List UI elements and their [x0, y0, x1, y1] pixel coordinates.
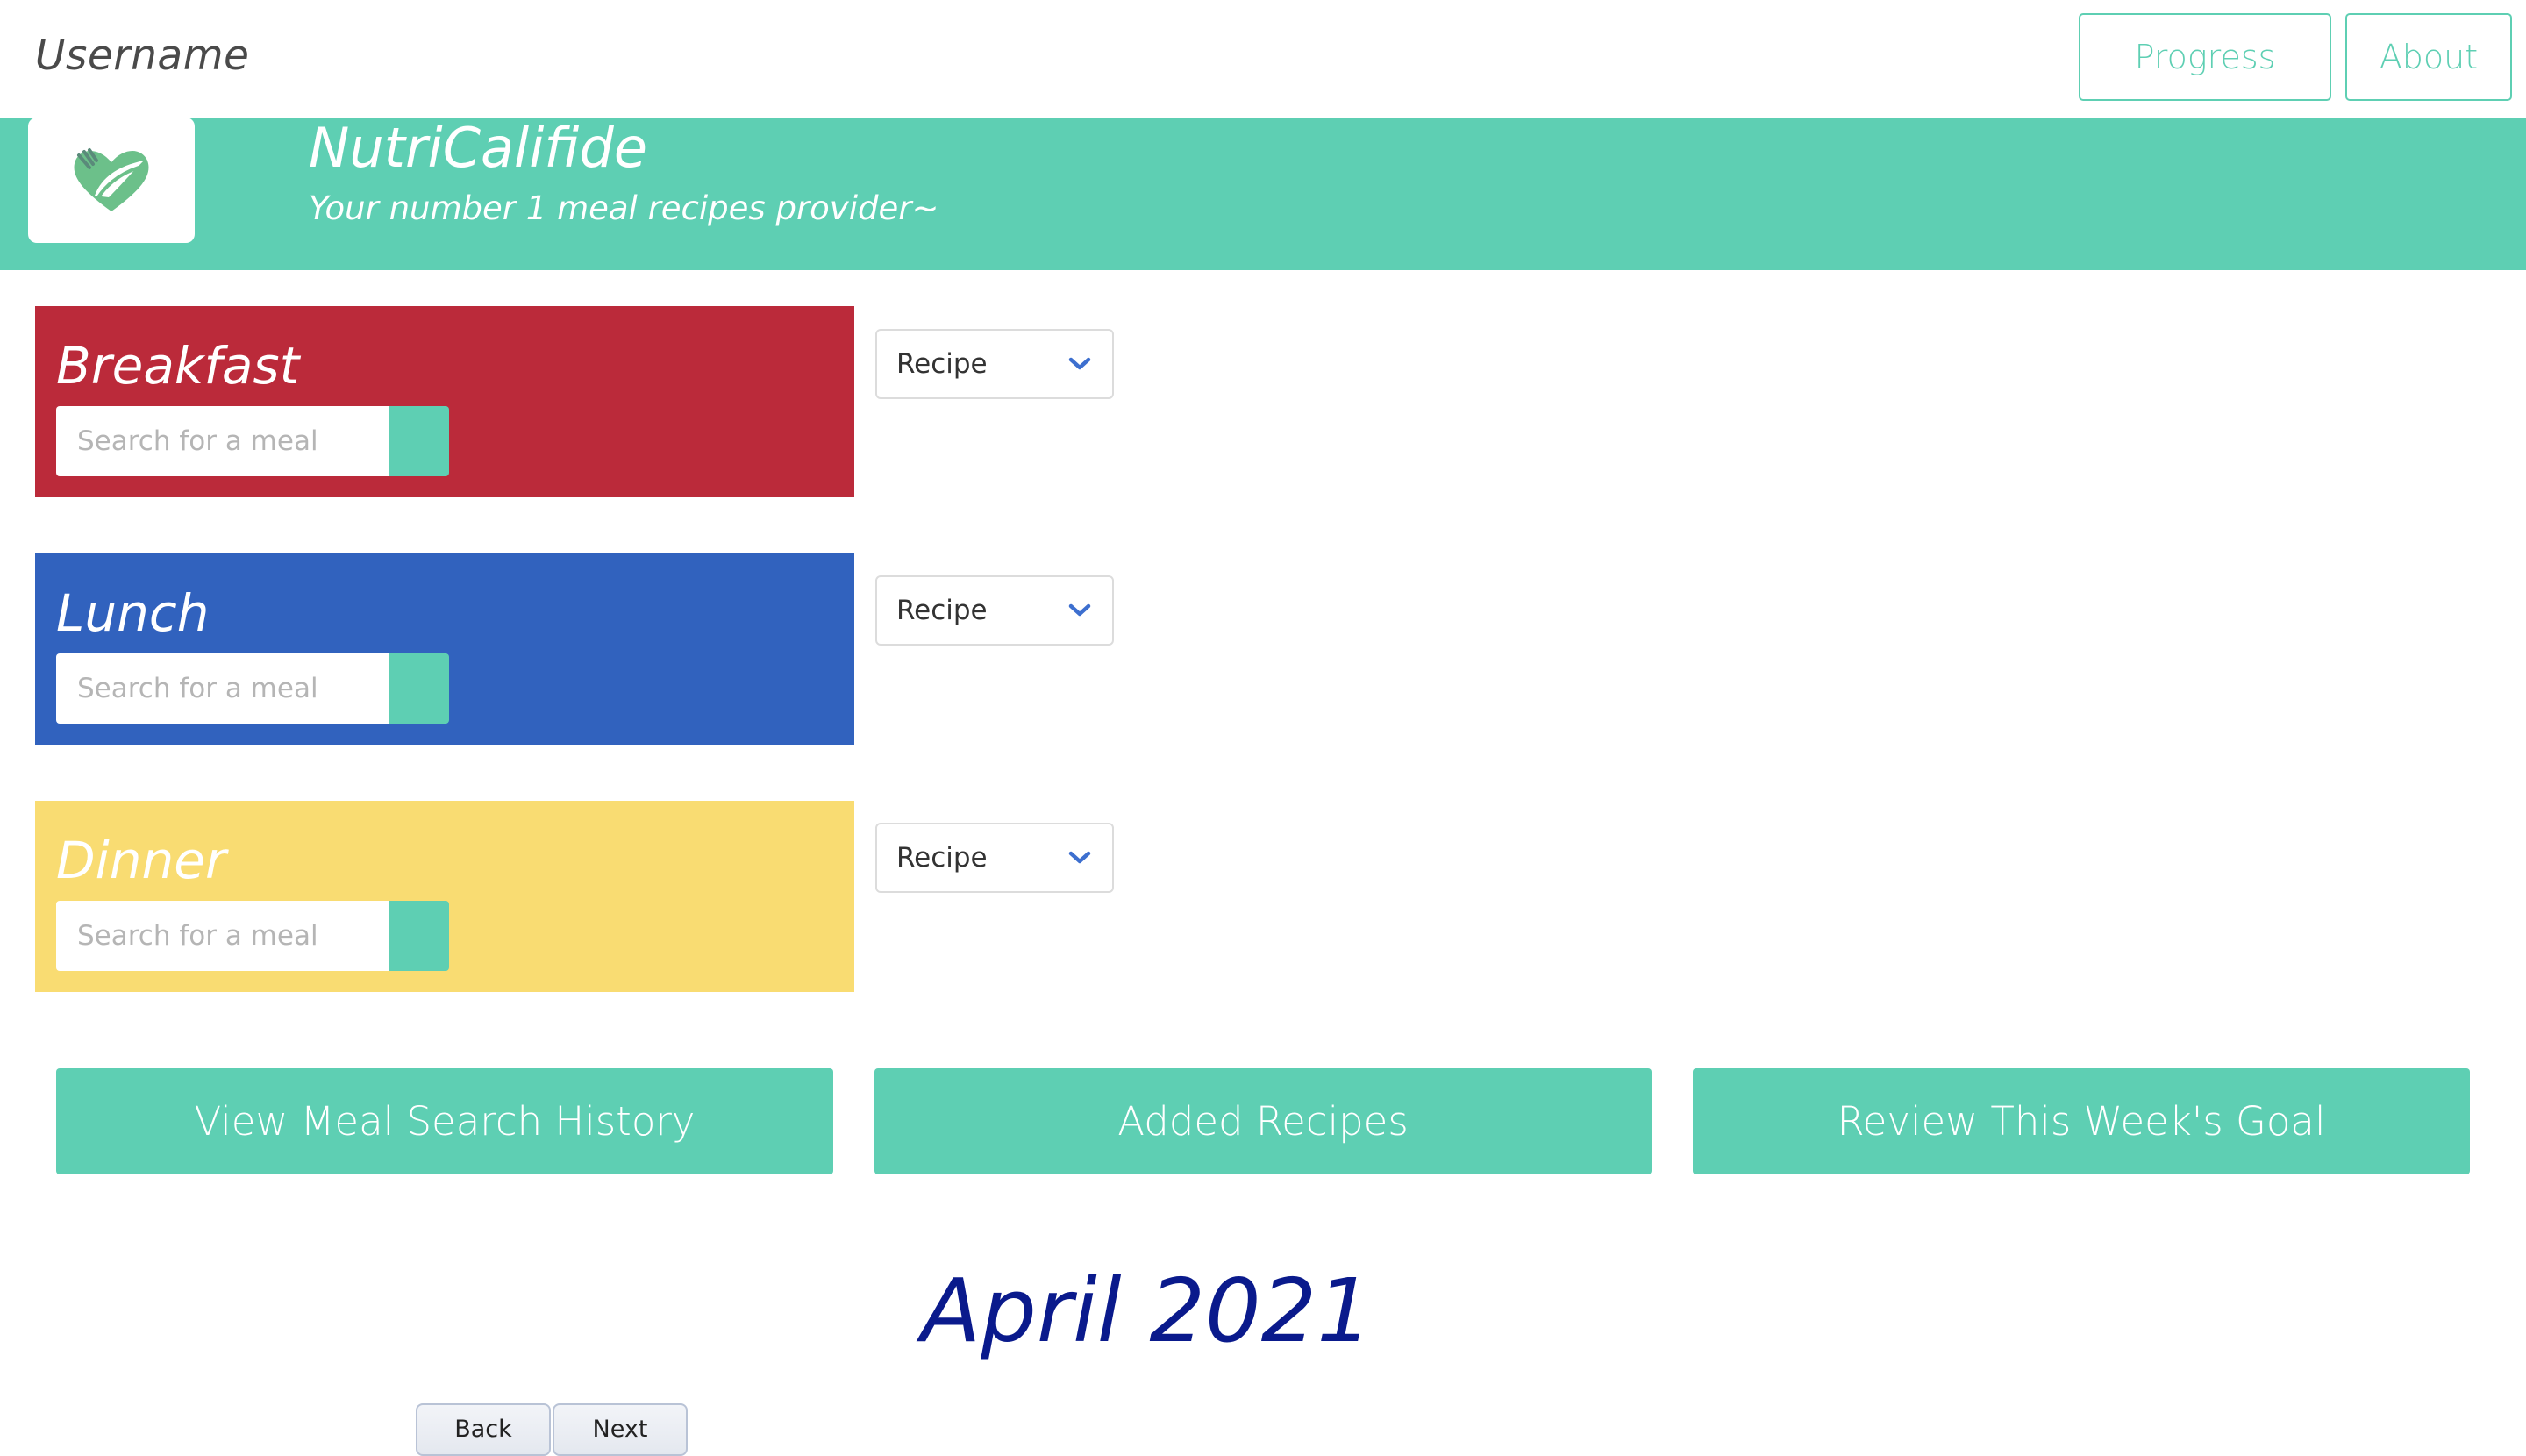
- calendar-back-button[interactable]: Back: [416, 1403, 551, 1456]
- brand-name: NutriCalifide: [309, 116, 647, 180]
- breakfast-recipe-select[interactable]: Recipe: [875, 329, 1114, 399]
- view-meal-search-history-button[interactable]: View Meal Search History: [56, 1068, 833, 1174]
- chevron-down-icon: [1068, 851, 1091, 864]
- chevron-down-icon: [1068, 357, 1091, 370]
- review-weekly-goal-button[interactable]: Review This Week's Goal: [1693, 1068, 2470, 1174]
- dinner-search-input[interactable]: [56, 901, 389, 971]
- lunch-title: Lunch: [56, 583, 210, 643]
- dinner-card: Dinner: [35, 801, 854, 992]
- lunch-search-button[interactable]: [389, 653, 449, 724]
- dinner-recipe-select[interactable]: Recipe: [875, 823, 1114, 893]
- breakfast-title: Breakfast: [56, 336, 300, 396]
- lunch-search: [56, 653, 449, 724]
- about-button[interactable]: About: [2345, 13, 2512, 101]
- top-bar: Username Progress About: [0, 0, 2526, 118]
- breakfast-search-button[interactable]: [389, 406, 449, 476]
- dinner-search: [56, 901, 449, 971]
- heart-leaf-icon: [74, 147, 149, 211]
- breakfast-search: [56, 406, 449, 476]
- username-label[interactable]: Username: [35, 32, 249, 80]
- breakfast-card: Breakfast: [35, 306, 854, 497]
- dinner-search-button[interactable]: [389, 901, 449, 971]
- progress-button[interactable]: Progress: [2079, 13, 2331, 101]
- lunch-card: Lunch: [35, 553, 854, 745]
- lunch-recipe-select[interactable]: Recipe: [875, 575, 1114, 646]
- breakfast-search-input[interactable]: [56, 406, 389, 476]
- calendar-month-title: April 2021: [921, 1260, 1373, 1362]
- dinner-select-value: Recipe: [896, 842, 988, 874]
- calendar-next-button[interactable]: Next: [553, 1403, 688, 1456]
- breakfast-select-value: Recipe: [896, 348, 988, 380]
- chevron-down-icon: [1068, 603, 1091, 617]
- logo[interactable]: [28, 118, 195, 243]
- added-recipes-button[interactable]: Added Recipes: [874, 1068, 1652, 1174]
- brand-tagline: Your number 1 meal recipes provider~: [309, 189, 939, 227]
- dinner-title: Dinner: [56, 831, 226, 890]
- lunch-select-value: Recipe: [896, 595, 988, 626]
- lunch-search-input[interactable]: [56, 653, 389, 724]
